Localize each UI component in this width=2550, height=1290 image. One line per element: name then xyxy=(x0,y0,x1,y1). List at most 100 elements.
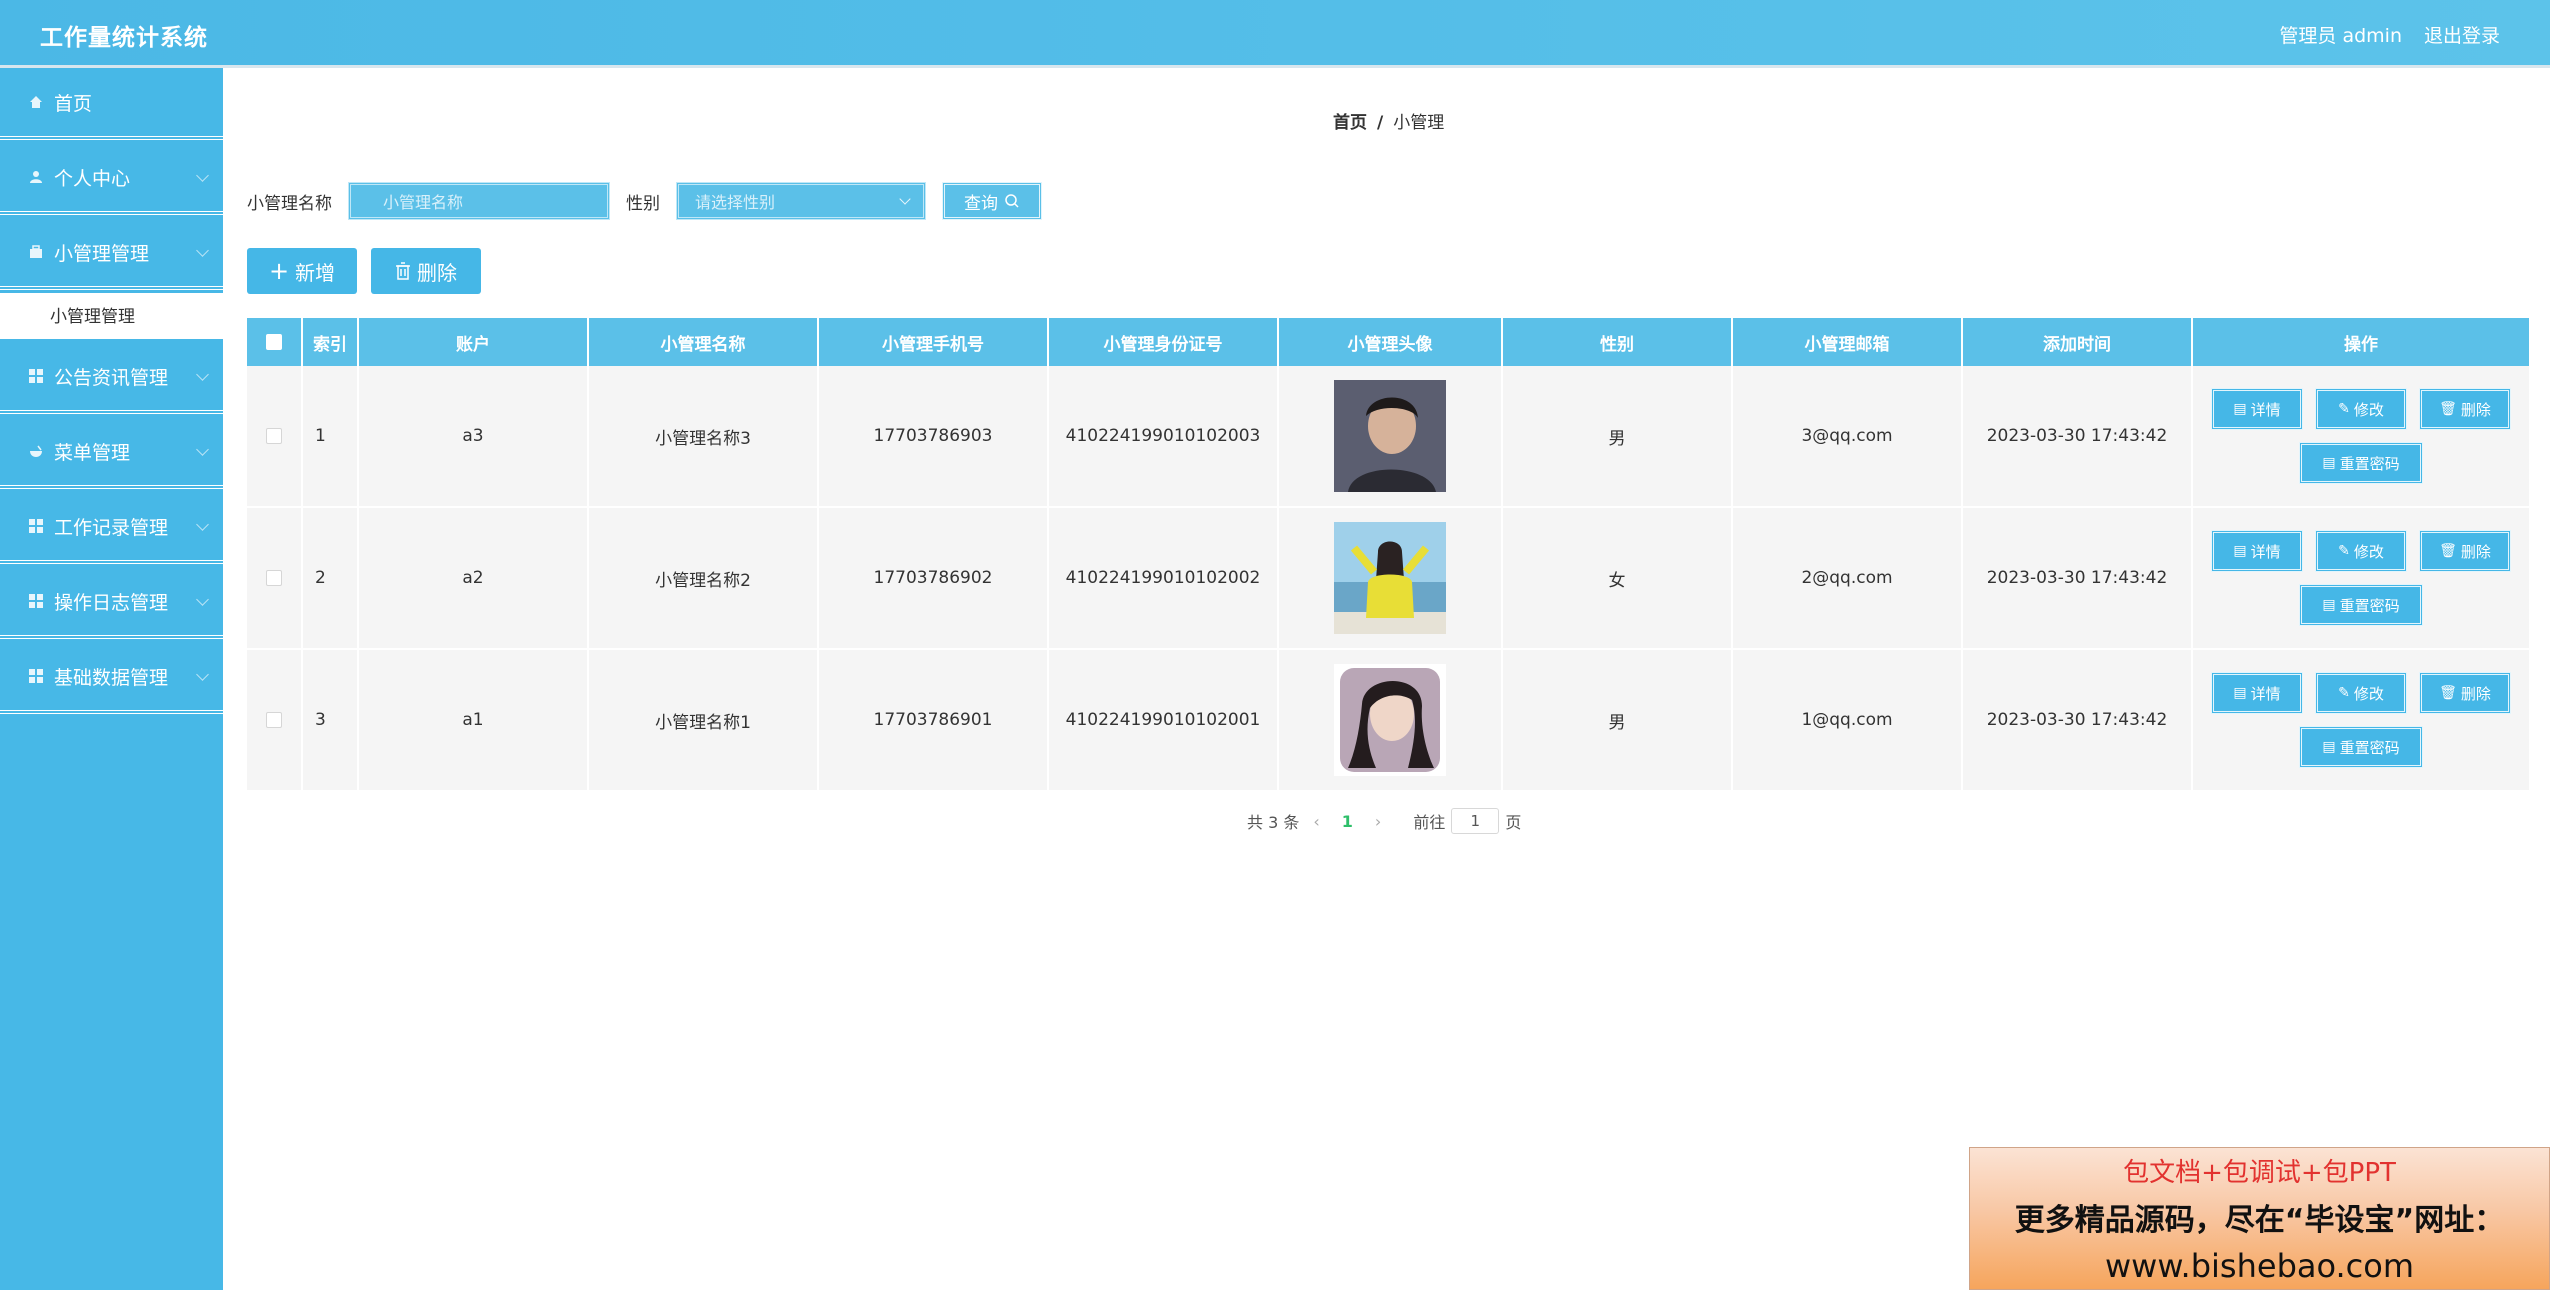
reset-password-button[interactable]: ▤ 重置密码 xyxy=(2299,726,2423,768)
delete-button[interactable]: 🗑 删除 xyxy=(2419,388,2511,430)
header-name: 小管理名称 xyxy=(589,318,819,366)
cell-index: 3 xyxy=(303,650,359,790)
cell-name: 小管理名称2 xyxy=(589,508,819,648)
pencil-icon: ✎ xyxy=(2338,685,2350,701)
sidebar-item-label: 个人中心 xyxy=(54,167,131,190)
cell-gender: 男 xyxy=(1503,650,1733,790)
reset-password-button[interactable]: ▤ 重置密码 xyxy=(2299,442,2423,484)
select-all-checkbox[interactable] xyxy=(266,334,282,350)
cell-index: 1 xyxy=(303,366,359,506)
chevron-left-icon[interactable]: ‹ xyxy=(1313,812,1319,831)
bowl-icon xyxy=(28,443,44,459)
delete-button[interactable]: 🗑 删除 xyxy=(2419,530,2511,572)
row-checkbox[interactable] xyxy=(266,712,282,728)
name-search-label: 小管理名称 xyxy=(247,193,332,214)
sidebar-subitem-admin-management[interactable]: 小管理管理 xyxy=(0,293,223,339)
chevron-down-icon xyxy=(196,518,209,531)
sidebar-item-admin-management[interactable]: 小管理管理 xyxy=(0,218,223,290)
sidebar-item-label: 首页 xyxy=(54,92,93,115)
breadcrumb-home[interactable]: 首页 xyxy=(1333,113,1367,133)
delete-button-label: 删除 xyxy=(2460,400,2491,419)
delete-button-label: 删除 xyxy=(2460,542,2491,561)
header-phone: 小管理手机号 xyxy=(819,318,1049,366)
sidebar: 首页 个人中心 小管理管理 小管理管理 公告资讯管理 菜单管理 工作记录管理 操… xyxy=(0,68,223,1290)
row-checkbox[interactable] xyxy=(266,428,282,444)
cell-time: 2023-03-30 17:43:42 xyxy=(1963,650,2193,790)
name-search-input[interactable]: 小管理名称 xyxy=(348,182,610,220)
header-time: 添加时间 xyxy=(1963,318,2193,366)
sidebar-item-label: 小管理管理 xyxy=(54,242,150,265)
cell-avatar xyxy=(1279,508,1503,648)
chevron-down-icon xyxy=(196,593,209,606)
cell-account: a3 xyxy=(359,366,589,506)
trash-icon: 🗑 xyxy=(2439,543,2457,559)
sidebar-item-personal-center[interactable]: 个人中心 xyxy=(0,143,223,215)
promo-line-3: www.bishebao.com xyxy=(2104,1247,2415,1285)
cell-gender: 女 xyxy=(1503,508,1733,648)
edit-button-label: 修改 xyxy=(2353,684,2384,703)
cell-phone: 17703786901 xyxy=(819,650,1049,790)
reset-password-button-label: 重置密码 xyxy=(2339,454,2400,473)
sidebar-item-menu[interactable]: 菜单管理 xyxy=(0,417,223,489)
edit-button[interactable]: ✎ 修改 xyxy=(2315,388,2407,430)
row-select-cell xyxy=(247,366,303,506)
detail-button[interactable]: ▤ 详情 xyxy=(2211,672,2303,714)
grid-icon xyxy=(28,593,44,609)
pager-page-current[interactable]: 1 xyxy=(1342,812,1353,831)
gender-select-placeholder: 请选择性别 xyxy=(695,193,776,212)
cell-email: 1@qq.com xyxy=(1733,650,1963,790)
delete-button[interactable]: 🗑 删除 xyxy=(2419,672,2511,714)
batch-delete-button-label: 删除 xyxy=(417,260,457,285)
document-icon: ▤ xyxy=(2322,455,2336,471)
document-icon: ▤ xyxy=(2233,685,2247,701)
sidebar-item-announcement[interactable]: 公告资讯管理 xyxy=(0,342,223,414)
search-bar: 小管理名称 小管理名称 性别 请选择性别 查询 xyxy=(247,180,1042,222)
document-icon: ▤ xyxy=(2322,739,2336,755)
sidebar-item-home[interactable]: 首页 xyxy=(0,68,223,140)
plus-icon: + xyxy=(268,257,290,285)
detail-button[interactable]: ▤ 详情 xyxy=(2211,388,2303,430)
action-bar: + 新增 删除 xyxy=(247,248,495,294)
header-index: 索引 xyxy=(303,318,359,366)
cell-gender: 男 xyxy=(1503,366,1733,506)
grid-icon xyxy=(28,668,44,684)
logout-link[interactable]: 退出登录 xyxy=(2424,21,2500,48)
table-row: 1 a3 小管理名称3 17703786903 4102241990101020… xyxy=(247,366,2529,508)
cell-operations: ▤ 详情 ✎ 修改 🗑 删除 ▤ 重置密码 xyxy=(2193,508,2529,648)
sidebar-item-basic-data[interactable]: 基础数据管理 xyxy=(0,642,223,714)
header-id-card: 小管理身份证号 xyxy=(1049,318,1279,366)
add-button[interactable]: + 新增 xyxy=(247,248,357,294)
promo-line-1: 包文档+包调试+包PPT xyxy=(2123,1158,2396,1188)
sidebar-item-operation-log[interactable]: 操作日志管理 xyxy=(0,567,223,639)
pager-page-suffix: 页 xyxy=(1505,813,1522,832)
app-title: 工作量统计系统 xyxy=(40,25,208,51)
detail-button-label: 详情 xyxy=(2250,400,2281,419)
sidebar-item-work-record[interactable]: 工作记录管理 xyxy=(0,492,223,564)
pager-goto-label: 前往 xyxy=(1413,813,1446,832)
cell-account: a2 xyxy=(359,508,589,648)
admin-table: 索引 账户 小管理名称 小管理手机号 小管理身份证号 小管理头像 性别 小管理邮… xyxy=(247,318,2529,792)
document-icon: ▤ xyxy=(2322,597,2336,613)
edit-button-label: 修改 xyxy=(2353,542,2384,561)
avatar xyxy=(1334,664,1446,776)
detail-button[interactable]: ▤ 详情 xyxy=(2211,530,2303,572)
pagination: 共 3 条 ‹ 1 › 前往 1 页 xyxy=(1247,808,1521,834)
gender-select[interactable]: 请选择性别 xyxy=(676,182,926,220)
breadcrumb-separator: / xyxy=(1377,113,1384,133)
row-checkbox[interactable] xyxy=(266,570,282,586)
cell-phone: 17703786902 xyxy=(819,508,1049,648)
grid-icon xyxy=(28,518,44,534)
sidebar-item-label: 菜单管理 xyxy=(54,441,131,464)
detail-button-label: 详情 xyxy=(2250,542,2281,561)
batch-delete-button[interactable]: 删除 xyxy=(371,248,481,294)
cell-id-card: 410224199010102001 xyxy=(1049,650,1279,790)
pager-goto-input[interactable]: 1 xyxy=(1451,808,1500,834)
reset-password-button[interactable]: ▤ 重置密码 xyxy=(2299,584,2423,626)
query-button[interactable]: 查询 xyxy=(942,182,1042,220)
edit-button[interactable]: ✎ 修改 xyxy=(2315,672,2407,714)
cell-account: a1 xyxy=(359,650,589,790)
cell-phone: 17703786903 xyxy=(819,366,1049,506)
chevron-right-icon[interactable]: › xyxy=(1375,812,1381,831)
edit-button[interactable]: ✎ 修改 xyxy=(2315,530,2407,572)
header-account: 账户 xyxy=(359,318,589,366)
